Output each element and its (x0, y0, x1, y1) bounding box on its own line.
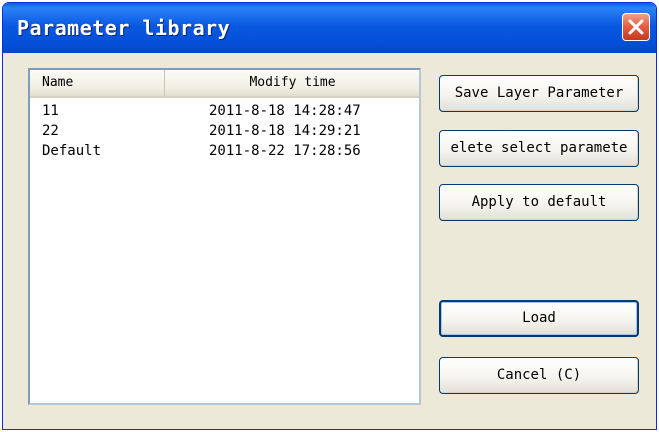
column-header-modify-time[interactable]: Modify time (166, 70, 419, 96)
row-name: 22 (42, 123, 59, 139)
list-header: Name Modify time (30, 70, 419, 98)
save-layer-parameter-button[interactable]: Save Layer Parameter (439, 75, 639, 112)
cancel-button[interactable]: Cancel (C) (439, 357, 639, 394)
apply-to-default-button[interactable]: Apply to default (439, 184, 639, 221)
row-modify-time: 2011-8-22 17:28:56 (209, 143, 361, 159)
list-item[interactable]: 11 2011-8-18 14:28:47 (30, 101, 419, 121)
load-button[interactable]: Load (439, 300, 639, 337)
row-modify-time: 2011-8-18 14:29:21 (209, 123, 361, 139)
parameter-list[interactable]: Name Modify time 11 2011-8-18 14:28:47 2… (28, 68, 421, 405)
close-button[interactable] (622, 13, 650, 41)
list-item[interactable]: 22 2011-8-18 14:29:21 (30, 121, 419, 141)
window-title: Parameter library (17, 16, 231, 40)
parameter-library-dialog: Parameter library Name Modify time 11 20… (2, 2, 657, 430)
list-item[interactable]: Default 2011-8-22 17:28:56 (30, 141, 419, 161)
title-bar[interactable]: Parameter library (3, 3, 656, 53)
row-name: Default (42, 143, 102, 159)
dialog-body: Name Modify time 11 2011-8-18 14:28:47 2… (9, 53, 650, 423)
row-name: 11 (42, 103, 59, 119)
close-x-icon (628, 19, 644, 35)
row-modify-time: 2011-8-18 14:28:47 (209, 103, 361, 119)
delete-selected-parameter-button[interactable]: elete select paramete (439, 130, 639, 167)
column-header-name[interactable]: Name (30, 70, 165, 96)
